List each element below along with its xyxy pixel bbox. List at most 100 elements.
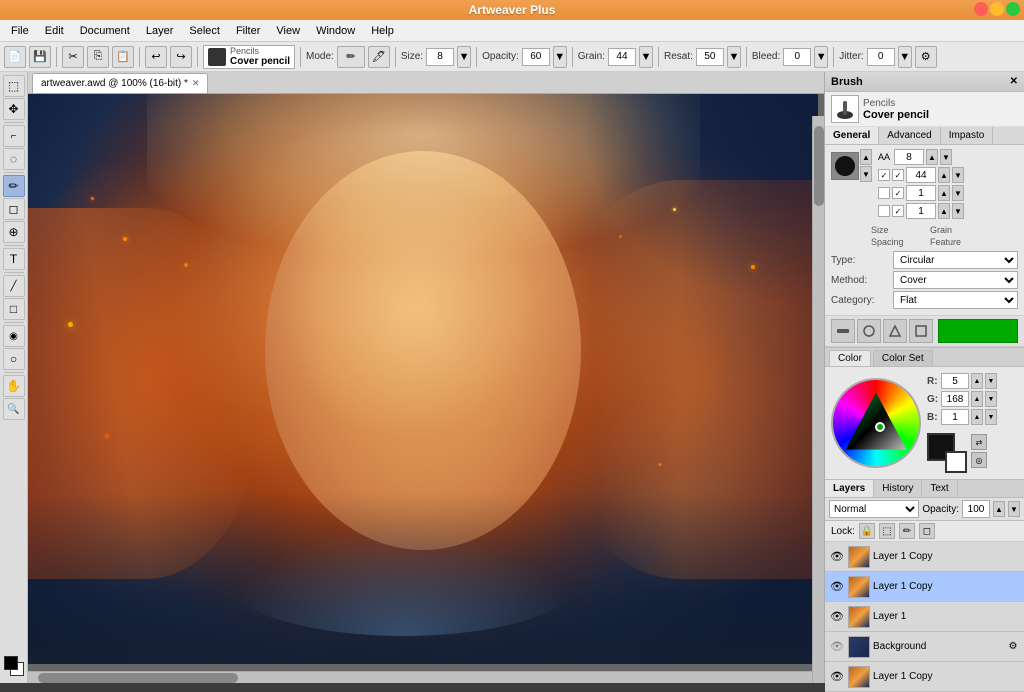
bleed-dropdown-button[interactable]: ▼ — [814, 46, 828, 68]
grain-input[interactable] — [608, 48, 636, 66]
shape-up-arrow[interactable]: ▲ — [860, 149, 872, 165]
brush-icon-2[interactable] — [857, 319, 881, 343]
jitter-extra-button[interactable]: ⚙ — [915, 46, 937, 68]
menu-file[interactable]: File — [4, 23, 36, 39]
spacing-check2[interactable] — [892, 187, 904, 199]
size-up-arrow[interactable]: ▲ — [926, 149, 938, 165]
color-wheel[interactable] — [831, 378, 921, 468]
lock-position-button[interactable]: ⬚ — [879, 523, 895, 539]
spacing-check[interactable] — [878, 187, 890, 199]
type-select[interactable]: Circular — [893, 251, 1018, 269]
redo-button[interactable]: ↪ — [170, 46, 192, 68]
color-tab-colorset[interactable]: Color Set — [873, 350, 933, 366]
g-input[interactable] — [941, 391, 969, 407]
menu-view[interactable]: View — [269, 23, 307, 39]
layer-item[interactable]: 👁 Layer 1 — [825, 602, 1024, 632]
layer-item[interactable]: 👁 Layer 1 Copy — [825, 542, 1024, 572]
vertical-scrollbar-thumb[interactable] — [814, 126, 824, 206]
jitter-input[interactable] — [867, 48, 895, 66]
paste-button[interactable]: 📋 — [112, 46, 134, 68]
save-button[interactable]: 💾 — [29, 46, 51, 68]
b-up-arrow[interactable]: ▲ — [971, 409, 983, 425]
opacity-up-arrow[interactable]: ▲ — [993, 501, 1005, 517]
layer-visibility-toggle[interactable]: 👁 — [829, 669, 845, 685]
grain-check2[interactable] — [892, 169, 904, 181]
shape-tool-button[interactable]: □ — [3, 298, 25, 320]
r-up-arrow[interactable]: ▲ — [971, 373, 983, 389]
layers-opacity-input[interactable] — [962, 500, 990, 518]
spacing-up-arrow[interactable]: ▲ — [938, 185, 950, 201]
r-input[interactable] — [941, 373, 969, 389]
layer-item[interactable]: 👁 Layer 1 Copy — [825, 572, 1024, 602]
canvas-horizontal-scrollbar[interactable] — [28, 671, 812, 683]
selection-tool-button[interactable]: ⬚ — [3, 75, 25, 97]
size-ctrl-input[interactable] — [894, 149, 924, 165]
g-down-arrow[interactable]: ▼ — [985, 391, 997, 407]
feature-check[interactable] — [878, 205, 890, 217]
opacity-down-arrow[interactable]: ▼ — [1008, 501, 1020, 517]
lasso-tool-button[interactable]: ◌ — [3, 148, 25, 170]
mode-normal-button[interactable]: ✏ — [337, 46, 365, 68]
size-dropdown-button[interactable]: ▼ — [457, 46, 471, 68]
menu-layer[interactable]: Layer — [139, 23, 181, 39]
method-select[interactable]: Cover — [893, 271, 1018, 289]
grain-dropdown-button[interactable]: ▼ — [639, 46, 653, 68]
size-down-arrow[interactable]: ▼ — [940, 149, 952, 165]
blur-tool-button[interactable]: ◉ — [3, 325, 25, 347]
resat-input[interactable] — [696, 48, 724, 66]
layers-tab-layers[interactable]: Layers — [825, 480, 874, 497]
canvas-tab-close[interactable]: ✕ — [192, 78, 200, 89]
brush-icon-3[interactable] — [883, 319, 907, 343]
cut-button[interactable]: ✂ — [62, 46, 84, 68]
spacing-ctrl-input[interactable] — [906, 185, 936, 201]
grain-up-arrow[interactable]: ▲ — [938, 167, 950, 183]
b-down-arrow[interactable]: ▼ — [985, 409, 997, 425]
layer-item[interactable]: 👁 Background ⚙ — [825, 632, 1024, 662]
menu-edit[interactable]: Edit — [38, 23, 71, 39]
bleed-input[interactable] — [783, 48, 811, 66]
brush-tab-impasto[interactable]: Impasto — [941, 127, 994, 144]
opacity-dropdown-button[interactable]: ▼ — [553, 46, 567, 68]
brush-panel-close[interactable]: ✕ — [1010, 76, 1018, 87]
brush-tab-general[interactable]: General — [825, 127, 879, 144]
pan-tool-button[interactable]: ✋ — [3, 375, 25, 397]
jitter-dropdown-button[interactable]: ▼ — [898, 46, 912, 68]
dodge-tool-button[interactable]: ○ — [3, 348, 25, 370]
copy-button[interactable]: ⎘ — [87, 46, 109, 68]
layers-tab-history[interactable]: History — [874, 480, 922, 497]
feature-check2[interactable] — [892, 205, 904, 217]
bg-color-swatch[interactable] — [945, 451, 967, 473]
menu-window[interactable]: Window — [309, 23, 362, 39]
foreground-color-swatch[interactable] — [4, 656, 18, 670]
close-button[interactable] — [974, 2, 988, 16]
text-tool-button[interactable]: T — [3, 248, 25, 270]
lock-all-button[interactable]: 🔒 — [859, 523, 875, 539]
swap-colors-button[interactable]: ⇄ — [971, 434, 987, 450]
brush-tab-advanced[interactable]: Advanced — [879, 127, 940, 144]
brush-icon-4[interactable] — [909, 319, 933, 343]
default-colors-button[interactable]: ◎ — [971, 452, 987, 468]
layer-item[interactable]: 👁 Layer 1 Copy — [825, 662, 1024, 692]
grain-check[interactable] — [878, 169, 890, 181]
size-input[interactable] — [426, 48, 454, 66]
color-tab-color[interactable]: Color — [829, 350, 871, 366]
layer-visibility-toggle[interactable]: 👁 — [829, 609, 845, 625]
color-green-swatch[interactable] — [938, 319, 1018, 343]
shape-down-arrow[interactable]: ▼ — [860, 166, 872, 182]
undo-button[interactable]: ↩ — [145, 46, 167, 68]
color-triangle[interactable] — [838, 385, 914, 461]
brush-icon-1[interactable] — [831, 319, 855, 343]
opacity-input[interactable] — [522, 48, 550, 66]
minimize-button[interactable] — [990, 2, 1004, 16]
menu-help[interactable]: Help — [364, 23, 401, 39]
g-up-arrow[interactable]: ▲ — [971, 391, 983, 407]
resat-dropdown-button[interactable]: ▼ — [727, 46, 741, 68]
grain-ctrl-input[interactable] — [906, 167, 936, 183]
grain-down-arrow[interactable]: ▼ — [952, 167, 964, 183]
r-down-arrow[interactable]: ▼ — [985, 373, 997, 389]
blend-mode-select[interactable]: Normal — [829, 500, 919, 518]
feature-down-arrow[interactable]: ▼ — [952, 203, 964, 219]
crop-tool-button[interactable]: ⌐ — [3, 125, 25, 147]
canvas-tab[interactable]: artweaver.awd @ 100% (16-bit) * ✕ — [32, 73, 208, 93]
category-select[interactable]: Flat — [893, 291, 1018, 309]
